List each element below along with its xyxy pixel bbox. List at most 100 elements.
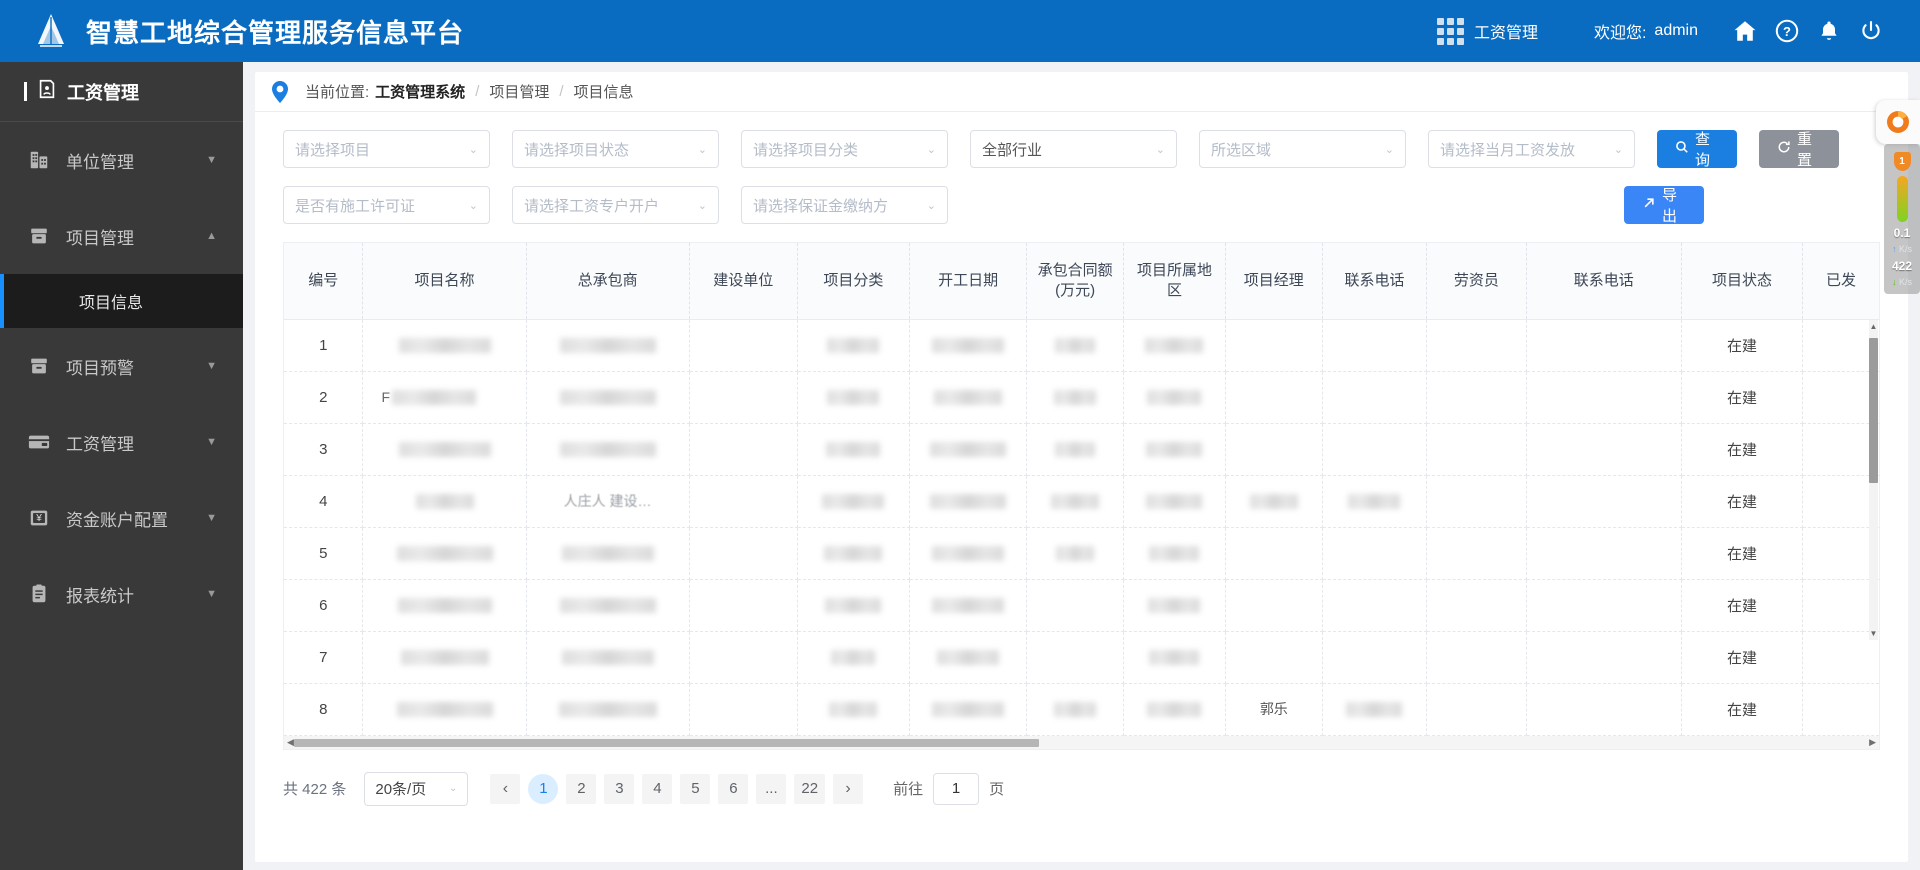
page-size-select[interactable]: 20条/页 ⌄ — [364, 771, 469, 806]
scroll-left-arrow-icon[interactable]: ◀ — [287, 737, 294, 748]
widget-logo-icon[interactable] — [1876, 100, 1920, 144]
col-project-category[interactable]: 项目分类 — [797, 243, 910, 320]
col-contract-amount[interactable]: 承包合同额(万元) — [1026, 243, 1124, 320]
cell-construction-unit — [689, 527, 798, 580]
cell-project-name — [362, 683, 527, 736]
project-status-select[interactable]: 请选择项目状态 ⌄ — [512, 130, 719, 168]
export-button[interactable]: 导出 — [1624, 186, 1704, 225]
next-page-button[interactable]: › — [833, 773, 864, 804]
redacted-text — [1056, 546, 1095, 562]
col-project-region[interactable]: 项目所属地区 — [1123, 243, 1226, 320]
query-button[interactable]: 查询 — [1657, 130, 1737, 169]
col-issued[interactable]: 已发 — [1802, 243, 1879, 320]
deposit-payer-select[interactable]: 请选择保证金缴纳方 ⌄ — [741, 186, 948, 224]
cell-issued — [1802, 371, 1879, 424]
table-row[interactable]: 2 F 在建 — [284, 371, 1879, 424]
col-contact-phone-1[interactable]: 联系电话 — [1322, 243, 1428, 320]
scroll-up-arrow-icon[interactable]: ▲ — [1869, 322, 1878, 331]
page-button-6[interactable]: 6 — [718, 773, 749, 804]
table-row[interactable]: 1 在建 — [284, 319, 1879, 372]
breadcrumb-separator: / — [475, 83, 480, 100]
table-vertical-scrollbar[interactable]: ▲ ▼ — [1869, 320, 1878, 640]
goto-page-input[interactable] — [933, 772, 980, 805]
cell-construction-unit — [689, 371, 798, 424]
monthly-salary-select[interactable]: 请选择当月工资发放 ⌄ — [1428, 130, 1635, 168]
breadcrumb-level2[interactable]: 项目管理 — [489, 81, 549, 102]
deposit-payer-select-value: 请选择保证金缴纳方 — [753, 197, 889, 215]
salary-account-select[interactable]: 请选择工资专户开户 ⌄ — [512, 186, 719, 224]
col-construction-unit[interactable]: 建设单位 — [689, 243, 798, 320]
sidebar-item-fund-account-config[interactable]: ¥ 资金账户配置 ▼ — [0, 480, 243, 556]
industry-select-value: 全部行业 — [982, 141, 1043, 159]
table-row[interactable]: 3 在建 — [284, 423, 1879, 476]
page-button-2[interactable]: 2 — [566, 773, 597, 804]
cell-start-date — [909, 423, 1028, 476]
col-project-status[interactable]: 项目状态 — [1681, 243, 1803, 320]
cell-contact-phone-1 — [1322, 371, 1428, 424]
hscrollbar-thumb[interactable] — [294, 738, 1039, 747]
project-select[interactable]: 请选择项目 ⌄ — [283, 130, 490, 168]
table-row[interactable]: 6 在建 — [284, 579, 1879, 632]
power-icon[interactable] — [1850, 10, 1892, 52]
cell-labor-officer — [1426, 631, 1527, 684]
project-table: 编号 项目名称 总承包商 建设单位 项目分类 开工日期 承包合同额(万元) 项目… — [284, 243, 1879, 736]
sidebar-item-project-info[interactable]: 项目信息 — [0, 274, 243, 328]
project-category-select[interactable]: 请选择项目分类 ⌄ — [741, 130, 948, 168]
col-project-name[interactable]: 项目名称 — [362, 243, 527, 320]
table-row[interactable]: 5 在建 — [284, 527, 1879, 580]
sidebar-item-project-management[interactable]: 项目管理 ▲ — [0, 198, 243, 274]
col-general-contractor[interactable]: 总承包商 — [526, 243, 690, 320]
redacted-text — [824, 546, 883, 562]
sidebar-header: 工资管理 — [0, 62, 243, 122]
redacted-text — [415, 494, 474, 510]
cell-project-region — [1123, 527, 1226, 580]
cell-general-contractor — [526, 371, 690, 424]
breadcrumb-level3[interactable]: 项目信息 — [574, 81, 634, 102]
redacted-text — [396, 546, 493, 562]
monthly-salary-select-value: 请选择当月工资发放 — [1440, 141, 1576, 159]
sidebar-item-unit-management[interactable]: 单位管理 ▼ — [0, 122, 243, 198]
page-button-4[interactable]: 4 — [642, 773, 673, 804]
prev-page-button[interactable]: ‹ — [490, 773, 521, 804]
module-switcher[interactable]: 工资管理 — [1436, 17, 1538, 45]
col-contact-phone-2[interactable]: 联系电话 — [1526, 243, 1682, 320]
page-button-1[interactable]: 1 — [528, 773, 559, 804]
region-select[interactable]: 所选区域 ⌄ — [1199, 130, 1406, 168]
breadcrumb-root[interactable]: 工资管理系统 — [375, 81, 465, 102]
reset-button[interactable]: 重置 — [1759, 130, 1839, 169]
page-button-3[interactable]: 3 — [604, 773, 635, 804]
page-ellipsis[interactable]: ... — [756, 773, 787, 804]
page-button-5[interactable]: 5 — [680, 773, 711, 804]
network-monitor-widget[interactable]: 1 0.1 ↑ K/s 422 ↓ K/s — [1876, 100, 1920, 295]
col-project-manager[interactable]: 项目经理 — [1225, 243, 1323, 320]
redacted-text — [1051, 494, 1100, 510]
table-row[interactable]: 7 在建 — [284, 631, 1879, 684]
redacted-text — [932, 598, 1005, 614]
cell-project-region — [1123, 371, 1226, 424]
bell-icon[interactable] — [1808, 10, 1850, 52]
sidebar-item-project-warning[interactable]: 项目预警 ▼ — [0, 328, 243, 404]
chevron-up-icon: ▲ — [206, 230, 217, 242]
industry-select[interactable]: 全部行业 ⌄ — [970, 130, 1177, 168]
help-icon[interactable]: ? — [1766, 10, 1808, 52]
scrollbar-thumb[interactable] — [1869, 338, 1878, 483]
cell-project-name — [362, 527, 527, 580]
sidebar-item-report-statistics[interactable]: 报表统计 ▼ — [0, 556, 243, 632]
shield-badge-icon[interactable]: 1 — [1893, 152, 1911, 171]
table-row[interactable]: 8 郭乐 在建 — [284, 683, 1879, 736]
page-button-22[interactable]: 22 — [794, 773, 826, 804]
redacted-text — [1249, 494, 1298, 510]
col-no[interactable]: 编号 — [284, 243, 364, 320]
scroll-right-arrow-icon[interactable]: ▶ — [1869, 737, 1876, 748]
scroll-down-arrow-icon[interactable]: ▼ — [1869, 629, 1878, 638]
home-icon[interactable] — [1724, 10, 1766, 52]
search-icon — [1675, 140, 1689, 158]
table-row[interactable]: 4 人庄人 建设… 在建 — [284, 475, 1879, 528]
table-horizontal-scrollbar[interactable]: ◀ ▶ — [283, 735, 1880, 750]
sidebar: 工资管理 单位管理 ▼ 项目管理 ▲ 项目信息 项目预警 ▼ 工资管理 ▼ ¥ … — [0, 62, 243, 870]
cell-project-category — [797, 579, 910, 632]
col-labor-officer[interactable]: 劳资员 — [1426, 243, 1527, 320]
sidebar-item-salary-management[interactable]: 工资管理 ▼ — [0, 404, 243, 480]
col-start-date[interactable]: 开工日期 — [909, 243, 1028, 320]
construction-permit-select[interactable]: 是否有施工许可证 ⌄ — [283, 186, 490, 224]
